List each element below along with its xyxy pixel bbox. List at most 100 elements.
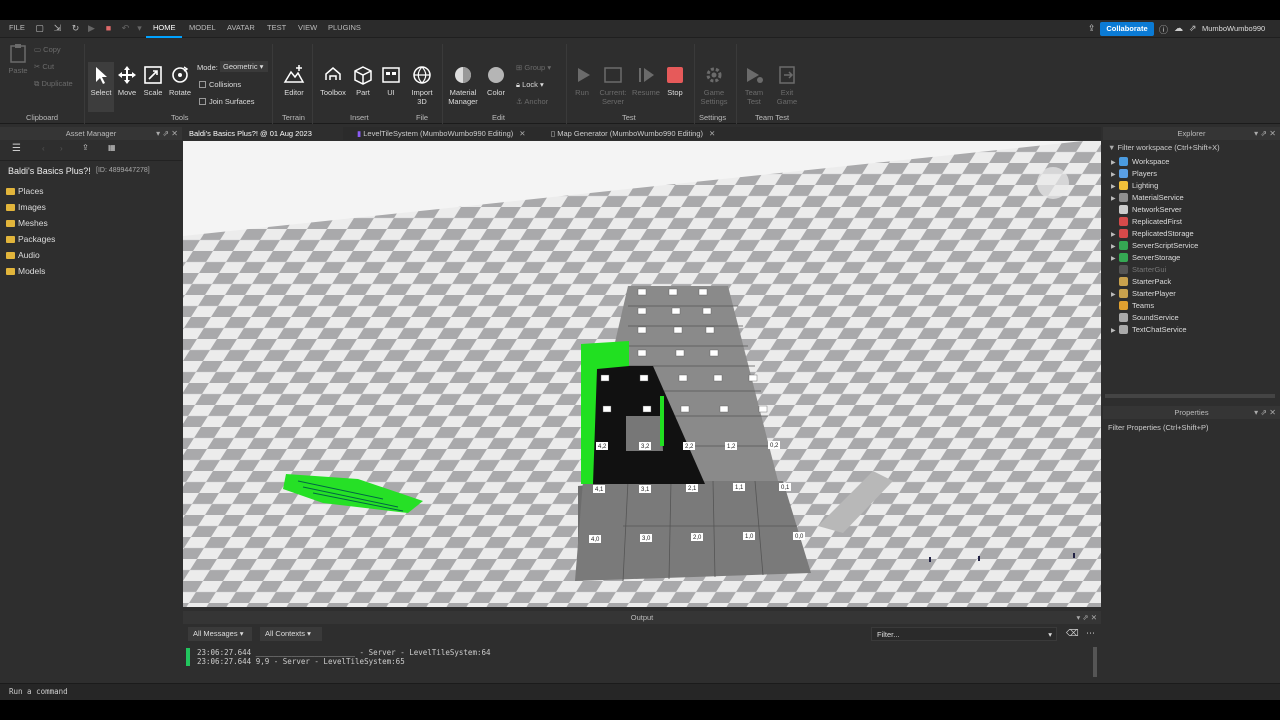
join-surfaces-checkbox[interactable]: [199, 98, 206, 105]
stop-quick-icon[interactable]: ■: [103, 23, 114, 34]
view-cube[interactable]: [1037, 167, 1069, 199]
play-quick-icon[interactable]: ▶: [86, 23, 97, 34]
expand-arrow-icon[interactable]: ▶: [1111, 326, 1119, 337]
rotate-tool-button[interactable]: Rotate: [167, 64, 193, 97]
mode-dropdown[interactable]: Geometric ▾: [220, 61, 268, 72]
select-tool-button[interactable]: Select: [90, 64, 112, 97]
explorer-item[interactable]: ▶ Players: [1111, 168, 1157, 179]
tab-avatar[interactable]: AVATAR: [227, 23, 255, 32]
explorer-item[interactable]: ▶ TextChatService: [1111, 324, 1187, 335]
explorer-item[interactable]: StarterPack: [1111, 276, 1171, 287]
explorer-item[interactable]: ReplicatedFirst: [1111, 216, 1182, 227]
contexts-filter-dropdown[interactable]: All Contexts ▾: [260, 627, 322, 641]
team-test-button[interactable]: Team Test: [742, 64, 766, 106]
command-bar[interactable]: Run a command: [0, 683, 1280, 700]
close-icon[interactable]: ✕: [709, 129, 715, 138]
panel-controls[interactable]: ▾ ⇗ ✕: [1254, 127, 1276, 140]
explorer-hscrollbar[interactable]: [1105, 394, 1275, 398]
asset-folder-meshes[interactable]: Meshes: [6, 218, 48, 228]
more-icon[interactable]: ⋯: [1086, 628, 1095, 639]
explorer-item[interactable]: SoundService: [1111, 312, 1179, 323]
anchor-button[interactable]: ⚓︎ Anchor: [516, 97, 548, 106]
menu-icon[interactable]: ☰: [12, 143, 21, 154]
terrain-editor-button[interactable]: Editor: [282, 64, 306, 97]
collisions-checkbox[interactable]: [199, 81, 206, 88]
asset-folder-places[interactable]: Places: [6, 186, 44, 196]
explorer-item[interactable]: ▶ ServerStorage: [1111, 252, 1180, 263]
share-small-icon[interactable]: ⇗: [1189, 23, 1197, 34]
color-button[interactable]: Color: [485, 64, 507, 97]
material-manager-button[interactable]: Material Manager: [446, 64, 480, 106]
explorer-item[interactable]: ▶ Lighting: [1111, 180, 1158, 191]
back-icon[interactable]: ‹: [42, 144, 45, 153]
lock-button[interactable]: 🔒︎ Lock ▾: [516, 80, 544, 90]
grid-view-icon[interactable]: ▦: [108, 143, 116, 152]
tab-model[interactable]: MODEL: [189, 23, 216, 32]
open-file-icon[interactable]: ⇲: [52, 23, 63, 34]
explorer-item[interactable]: ▶ Workspace: [1111, 156, 1169, 167]
current-server-button[interactable]: Current: Server: [597, 64, 629, 106]
redo-icon[interactable]: ▾: [134, 23, 145, 34]
tab-place[interactable]: Baldi's Basics Plus?! @ 01 Aug 2023 23:0…: [183, 127, 343, 151]
explorer-item[interactable]: StarterGui: [1111, 264, 1166, 275]
username-label[interactable]: MumboWumbo990: [1202, 24, 1265, 33]
paste-button[interactable]: Paste: [7, 42, 29, 75]
folder-icon: [6, 204, 15, 211]
resume-button[interactable]: Resume: [632, 64, 660, 97]
ui-button[interactable]: UI: [380, 64, 402, 97]
stop-button[interactable]: Stop: [664, 64, 686, 97]
panel-controls[interactable]: ▾ ⇗ ✕: [1076, 611, 1097, 624]
tab-home[interactable]: HOME: [153, 23, 176, 32]
collisions-toggle[interactable]: Collisions: [199, 80, 241, 89]
cloud-icon[interactable]: ☁: [1174, 23, 1183, 34]
output-scrollbar[interactable]: [1093, 647, 1097, 677]
tile-platform[interactable]: [575, 481, 811, 581]
asset-folder-audio[interactable]: Audio: [6, 250, 40, 260]
3d-viewport[interactable]: 4,0 3,0 2,0 1,0 0,0 4,1 3,1 2,1 1,1 0,1 …: [183, 141, 1101, 607]
upload-icon[interactable]: ⇪: [82, 143, 89, 152]
tab-map-generator[interactable]: ▯ Map Generator (MumboWumbo990 Editing) ✕: [545, 127, 725, 140]
import-3d-button[interactable]: Import 3D: [408, 64, 436, 106]
forward-icon[interactable]: ›: [60, 144, 63, 153]
move-tool-button[interactable]: Move: [115, 64, 139, 97]
output-filter-input[interactable]: Filter... ▾: [871, 627, 1057, 641]
join-surfaces-toggle[interactable]: Join Surfaces: [199, 97, 254, 106]
group-button[interactable]: ⊞ Group ▾: [516, 63, 551, 72]
reload-icon[interactable]: ↻: [70, 23, 81, 34]
messages-filter-dropdown[interactable]: All Messages ▾: [188, 627, 252, 641]
explorer-item[interactable]: ▶ StarterPlayer: [1111, 288, 1176, 299]
asset-folder-images[interactable]: Images: [6, 202, 46, 212]
asset-folder-packages[interactable]: Packages: [6, 234, 55, 244]
run-button[interactable]: Run: [572, 64, 592, 97]
clear-output-icon[interactable]: ⌫: [1066, 628, 1079, 639]
panel-controls[interactable]: ▾ ⇗ ✕: [156, 127, 178, 140]
explorer-item[interactable]: ▶ MaterialService: [1111, 192, 1184, 203]
close-icon[interactable]: ✕: [519, 129, 525, 138]
explorer-item[interactable]: ▶ ServerScriptService: [1111, 240, 1198, 251]
new-file-icon[interactable]: ▢: [34, 23, 45, 34]
part-button[interactable]: Part: [352, 64, 374, 97]
help-icon[interactable]: ⓘ: [1159, 23, 1168, 36]
share-icon[interactable]: ⇪: [1088, 23, 1096, 34]
tab-view[interactable]: VIEW: [298, 23, 317, 32]
explorer-filter-input[interactable]: ▼ Filter workspace (Ctrl+Shift+X): [1108, 143, 1220, 152]
duplicate-button[interactable]: ⧉ Duplicate: [34, 79, 73, 89]
cut-button[interactable]: ✂ Cut: [34, 62, 54, 71]
exit-game-button[interactable]: Exit Game: [776, 64, 798, 106]
tab-level-tile-system[interactable]: ▮ LevelTileSystem (MumboWumbo990 Editing…: [351, 127, 537, 140]
explorer-item[interactable]: ▶ ReplicatedStorage: [1111, 228, 1194, 239]
scale-tool-button[interactable]: Scale: [141, 64, 165, 97]
properties-filter-input[interactable]: Filter Properties (Ctrl+Shift+P): [1108, 423, 1208, 432]
tab-test[interactable]: TEST: [267, 23, 286, 32]
tab-plugins[interactable]: PLUGINS: [328, 23, 361, 32]
explorer-item[interactable]: Teams: [1111, 300, 1154, 311]
toolbox-button[interactable]: Toolbox: [318, 64, 348, 97]
menu-file[interactable]: FILE: [9, 23, 25, 32]
copy-button[interactable]: ▭ Copy: [34, 45, 61, 54]
explorer-item[interactable]: NetworkServer: [1111, 204, 1182, 215]
undo-icon[interactable]: ↶: [120, 23, 131, 34]
asset-folder-models[interactable]: Models: [6, 266, 45, 276]
game-settings-button[interactable]: Game Settings: [700, 64, 728, 106]
panel-controls[interactable]: ▾ ⇗ ✕: [1254, 406, 1276, 419]
collaborate-button[interactable]: Collaborate: [1100, 22, 1154, 36]
